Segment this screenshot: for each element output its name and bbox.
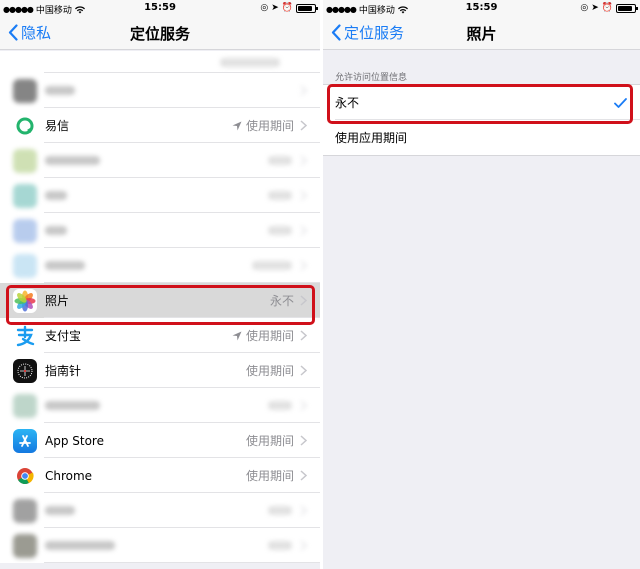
option-label: 使用应用期间 xyxy=(335,131,408,145)
location-arrow-icon xyxy=(232,121,242,130)
photos-icon xyxy=(13,288,37,313)
location-access-options: 永不 使用应用期间 xyxy=(323,84,640,156)
list-item-obscured[interactable] xyxy=(0,178,320,213)
chevron-right-icon xyxy=(300,330,307,341)
alipay-icon xyxy=(13,323,37,348)
list-item-alipay[interactable]: 支付宝 使用期间 xyxy=(0,318,320,353)
alarm-icon: ⏰ xyxy=(601,3,613,13)
chevron-right-icon xyxy=(300,295,307,306)
checkmark-icon xyxy=(614,97,627,108)
page-title: 照片 xyxy=(466,25,497,43)
list-item-obscured[interactable] xyxy=(0,51,320,73)
permission-value: 使用期间 xyxy=(245,119,294,133)
battery-icon xyxy=(616,3,638,13)
list-item-photos[interactable]: 照片 永不 xyxy=(0,283,320,318)
app-label: 支付宝 xyxy=(45,329,82,343)
location-arrow-icon: ➤ xyxy=(591,3,599,13)
option-never[interactable]: 永不 xyxy=(323,85,640,120)
yixin-icon xyxy=(13,113,37,138)
status-bar: ●●●●● 中国移动 15:59 ◎ ➤ ⏰ xyxy=(0,0,320,16)
list-item-chrome[interactable]: Chrome 使用期间 xyxy=(0,458,320,493)
list-item-obscured[interactable] xyxy=(0,143,320,178)
alarm-icon: ⏰ xyxy=(281,3,293,13)
nav-bar: 隐私 定位服务 xyxy=(0,16,320,50)
compass-icon xyxy=(13,358,37,383)
chevron-right-icon xyxy=(300,120,307,131)
list-item-obscured[interactable] xyxy=(0,73,320,108)
list-item-yixin[interactable]: 易信 使用期间 xyxy=(0,108,320,143)
app-label: 指南针 xyxy=(45,364,82,378)
permission-value: 永不 xyxy=(269,294,294,308)
location-arrow-icon: ➤ xyxy=(271,3,279,13)
permission-value: 使用期间 xyxy=(245,469,294,483)
section-header: 允许访问位置信息 xyxy=(335,73,408,83)
chevron-right-icon xyxy=(300,365,307,376)
option-label: 永不 xyxy=(335,96,360,110)
list-item-obscured[interactable] xyxy=(0,213,320,248)
chevron-right-icon xyxy=(300,435,307,446)
permission-value: 使用期间 xyxy=(245,329,294,343)
battery-icon xyxy=(296,3,318,13)
app-label: Chrome xyxy=(45,468,93,483)
location-arrow-icon xyxy=(232,331,242,340)
app-label: App Store xyxy=(45,433,104,448)
app-label: 照片 xyxy=(45,294,70,308)
orientation-lock-icon: ◎ xyxy=(260,3,269,13)
app-location-list: 易信 使用期间 照片 永不 支付宝 使用期间 指南针 使用期间 App Stor… xyxy=(0,51,320,563)
list-item-obscured[interactable] xyxy=(0,248,320,283)
status-bar: ●●●●● 中国移动 15:59 ◎ ➤ ⏰ xyxy=(323,0,640,16)
list-item-compass[interactable]: 指南针 使用期间 xyxy=(0,353,320,388)
list-item-app-store[interactable]: App Store 使用期间 xyxy=(0,423,320,458)
app-label: 易信 xyxy=(45,119,70,133)
option-while-using[interactable]: 使用应用期间 xyxy=(323,120,640,155)
list-item-obscured[interactable] xyxy=(0,493,320,528)
permission-value: 使用期间 xyxy=(245,434,294,448)
app-store-icon xyxy=(13,428,37,453)
nav-bar: 定位服务 照片 xyxy=(323,16,640,50)
chrome-icon xyxy=(13,463,37,488)
permission-value: 使用期间 xyxy=(245,364,294,378)
chevron-right-icon xyxy=(300,470,307,481)
orientation-lock-icon: ◎ xyxy=(580,3,589,13)
photos-location-screen: ●●●●● 中国移动 15:59 ◎ ➤ ⏰ 定位服务 照片 允许访问位置信息 … xyxy=(323,0,640,569)
page-title: 定位服务 xyxy=(129,25,190,43)
list-item-obscured[interactable] xyxy=(0,528,320,563)
list-item-obscured[interactable] xyxy=(0,388,320,423)
location-services-screen: ●●●●● 中国移动 15:59 ◎ ➤ ⏰ 隐私 定位服务 易信 使用期间 照… xyxy=(0,0,320,569)
